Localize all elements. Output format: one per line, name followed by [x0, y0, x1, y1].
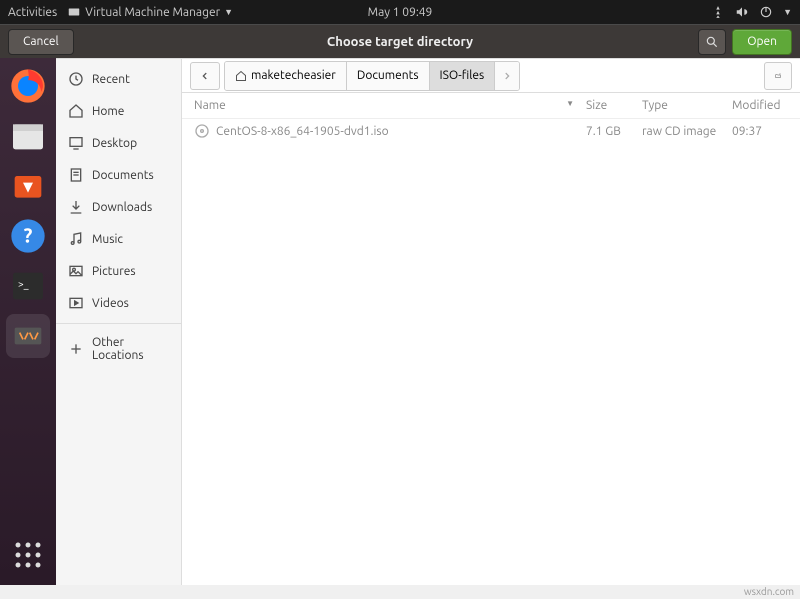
gnome-top-bar: Activities Virtual Machine Manager ▼ May… — [0, 0, 800, 24]
software-icon — [8, 166, 48, 206]
cancel-button[interactable]: Cancel — [8, 29, 74, 55]
places-sidebar: Recent Home Desktop Documents Downloads … — [56, 59, 182, 585]
files-launcher[interactable] — [6, 114, 50, 158]
chevron-right-icon — [502, 71, 512, 81]
virt-manager-icon — [8, 316, 48, 356]
path-overflow[interactable] — [495, 62, 519, 90]
iso-file-icon — [194, 123, 210, 139]
terminal-icon: >_ — [8, 266, 48, 306]
software-launcher[interactable] — [6, 164, 50, 208]
open-button[interactable]: Open — [732, 29, 792, 55]
music-icon — [68, 231, 84, 247]
col-modified[interactable]: Modified — [732, 99, 788, 112]
help-launcher[interactable]: ? — [6, 214, 50, 258]
place-videos[interactable]: Videos — [56, 287, 181, 319]
grid-icon — [8, 535, 48, 575]
videos-icon — [68, 295, 84, 311]
svg-text:?: ? — [24, 224, 33, 247]
files-icon — [8, 116, 48, 156]
search-button[interactable] — [698, 29, 726, 55]
clock-icon — [68, 71, 84, 87]
file-row[interactable]: CentOS-8-x86_64-1905-dvd1.iso 7.1 GB raw… — [182, 119, 800, 143]
chevron-down-icon: ▼ — [224, 7, 233, 17]
file-chooser: Recent Home Desktop Documents Downloads … — [56, 58, 800, 585]
firefox-icon — [8, 66, 48, 106]
desktop-icon — [68, 135, 84, 151]
help-icon: ? — [8, 216, 48, 256]
file-name: CentOS-8-x86_64-1905-dvd1.iso — [216, 125, 586, 138]
bottom-strip — [0, 585, 800, 599]
volume-icon[interactable] — [735, 5, 749, 19]
chevron-left-icon — [200, 71, 210, 81]
app-grid-button[interactable] — [6, 533, 50, 577]
place-music[interactable]: Music — [56, 223, 181, 255]
file-list-area: maketecheasier Documents ISO-files Name … — [182, 59, 800, 585]
place-home[interactable]: Home — [56, 95, 181, 127]
col-type[interactable]: Type — [642, 99, 732, 112]
file-type: raw CD image — [642, 125, 732, 138]
documents-icon — [68, 167, 84, 183]
path-seg-home[interactable]: maketecheasier — [225, 62, 347, 90]
clock[interactable]: May 1 09:49 — [368, 6, 433, 19]
app-menu-label: Virtual Machine Manager — [85, 6, 220, 19]
terminal-launcher[interactable]: >_ — [6, 264, 50, 308]
network-icon[interactable] — [711, 5, 725, 19]
file-modified: 09:37 — [732, 125, 788, 138]
downloads-icon — [68, 199, 84, 215]
dialog-header: Cancel Choose target directory Open — [0, 24, 800, 58]
app-menu[interactable]: Virtual Machine Manager ▼ — [67, 5, 233, 19]
place-recent[interactable]: Recent — [56, 63, 181, 95]
pictures-icon — [68, 263, 84, 279]
watermark: wsxdn.com — [744, 586, 794, 597]
chevron-down-icon[interactable]: ▼ — [783, 7, 792, 17]
dialog-title: Choose target directory — [327, 35, 473, 49]
plus-icon — [68, 341, 84, 357]
svg-text:>_: >_ — [18, 279, 29, 290]
place-desktop[interactable]: Desktop — [56, 127, 181, 159]
sort-indicator-icon: ▼ — [566, 99, 574, 112]
path-seg-documents[interactable]: Documents — [347, 62, 430, 90]
file-size: 7.1 GB — [586, 125, 642, 138]
virt-manager-icon — [67, 5, 81, 19]
place-other[interactable]: Other Locations — [56, 323, 181, 370]
col-name[interactable]: Name — [194, 99, 566, 112]
path-seg-iso[interactable]: ISO-files — [430, 62, 496, 90]
place-documents[interactable]: Documents — [56, 159, 181, 191]
virt-manager-launcher[interactable] — [6, 314, 50, 358]
ubuntu-dock: ? >_ — [0, 58, 56, 585]
path-back-button[interactable] — [190, 62, 220, 90]
new-folder-button[interactable] — [764, 62, 792, 90]
place-downloads[interactable]: Downloads — [56, 191, 181, 223]
file-columns-header[interactable]: Name ▼ Size Type Modified — [182, 93, 800, 119]
activities-button[interactable]: Activities — [8, 6, 57, 19]
new-folder-icon — [775, 68, 781, 84]
path-bar: maketecheasier Documents ISO-files — [182, 59, 800, 93]
place-pictures[interactable]: Pictures — [56, 255, 181, 287]
home-icon — [68, 103, 84, 119]
firefox-launcher[interactable] — [6, 64, 50, 108]
home-icon — [235, 70, 247, 82]
power-icon[interactable] — [759, 5, 773, 19]
col-size[interactable]: Size — [586, 99, 642, 112]
search-icon — [705, 35, 719, 49]
